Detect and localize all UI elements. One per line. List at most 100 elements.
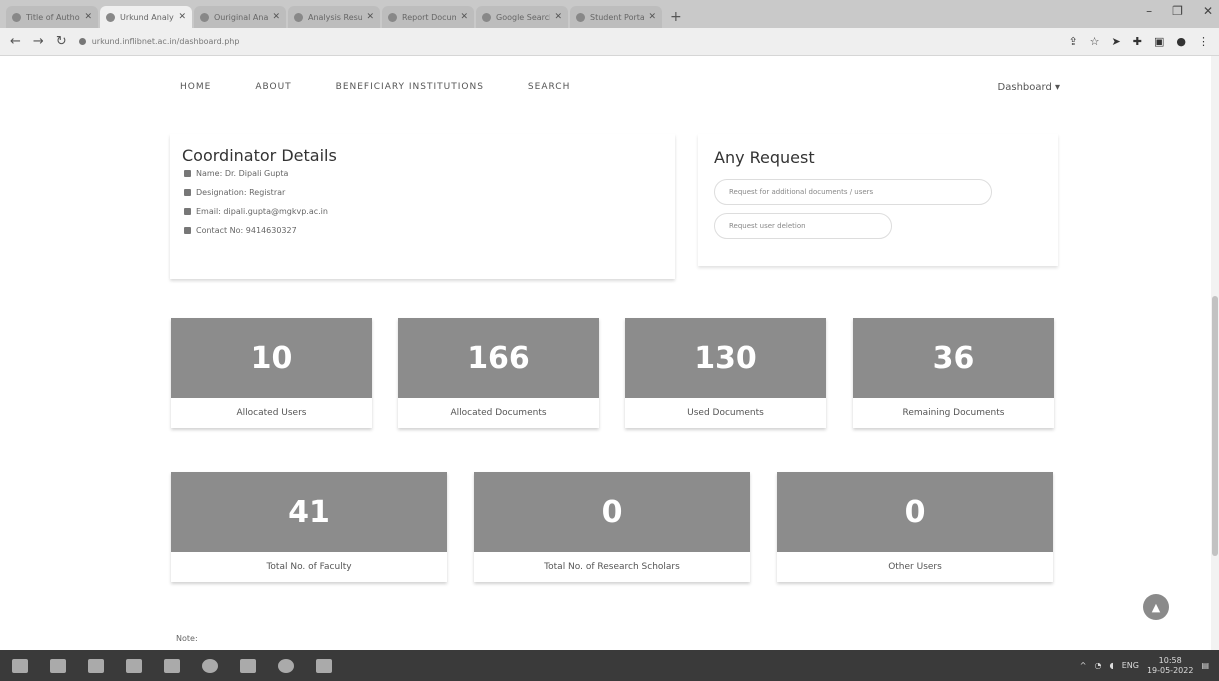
- briefcase-icon: [184, 189, 191, 196]
- stat-value: 41: [171, 472, 447, 552]
- start-icon[interactable]: [12, 658, 28, 673]
- search-icon[interactable]: [50, 658, 66, 673]
- extensions-icon[interactable]: ✚: [1133, 35, 1142, 48]
- page-content: HOME ABOUT BENEFICIARY INSTITUTIONS SEAR…: [0, 56, 1219, 650]
- stat-card-total-research-scholars: 0 Total No. of Research Scholars: [474, 472, 750, 582]
- browser-tab-active[interactable]: Urkund Analysis✕: [100, 6, 192, 28]
- tab-favicon-icon: [294, 12, 303, 22]
- language-indicator[interactable]: ENG: [1122, 661, 1139, 670]
- scroll-to-top-button[interactable]: ▲: [1143, 594, 1169, 620]
- stat-card-total-faculty: 41 Total No. of Faculty: [171, 472, 447, 582]
- stat-value: 36: [853, 318, 1054, 398]
- chevron-up-icon[interactable]: ^: [1080, 661, 1087, 670]
- close-window-button[interactable]: ✕: [1203, 4, 1213, 18]
- tab-favicon-icon: [482, 12, 491, 22]
- browser-tab-bar: Title of Authors✕ Urkund Analysis✕ Ourig…: [0, 0, 1219, 28]
- extension-icons: ⇪ ☆ ➤ ✚ ▣ ● ⋮: [1068, 35, 1209, 48]
- nav-search[interactable]: SEARCH: [528, 82, 570, 93]
- close-tab-icon[interactable]: ✕: [84, 12, 92, 22]
- page-scrollbar[interactable]: [1211, 56, 1219, 650]
- window-controls: – ❐ ✕: [1146, 4, 1213, 18]
- note-label: Note:: [176, 634, 198, 643]
- stat-card-allocated-users: 10 Allocated Users: [171, 318, 372, 428]
- browser-tab[interactable]: Title of Authors✕: [6, 6, 98, 28]
- stat-label: Other Users: [888, 562, 942, 572]
- stat-value: 0: [777, 472, 1053, 552]
- close-tab-icon[interactable]: ✕: [272, 12, 280, 22]
- clock[interactable]: 10:58 19-05-2022: [1147, 656, 1194, 676]
- request-additional-button[interactable]: Request for additional documents / users: [714, 179, 992, 205]
- tab-favicon-icon: [388, 12, 397, 22]
- forward-icon[interactable]: →: [33, 34, 44, 49]
- request-deletion-button[interactable]: Request user deletion: [714, 213, 892, 239]
- maximize-button[interactable]: ❐: [1172, 4, 1183, 18]
- request-title: Any Request: [714, 148, 815, 167]
- coordinator-title: Coordinator Details: [182, 146, 337, 165]
- close-tab-icon[interactable]: ✕: [178, 12, 186, 22]
- tab-favicon-icon: [106, 12, 115, 22]
- stat-value: 10: [171, 318, 372, 398]
- cursor-icon[interactable]: ➤: [1112, 35, 1121, 48]
- browser-tab[interactable]: Student Portal ✕: [570, 6, 662, 28]
- app-icon[interactable]: [316, 658, 332, 673]
- coordinator-name: Name: Dr. Dipali Gupta: [184, 169, 663, 178]
- chrome-icon[interactable]: [202, 658, 218, 673]
- file-explorer-icon[interactable]: [126, 658, 142, 673]
- nav-home[interactable]: HOME: [180, 82, 211, 93]
- browser-tab[interactable]: Report Document✕: [382, 6, 474, 28]
- envelope-icon: [184, 208, 191, 215]
- stat-value: 166: [398, 318, 599, 398]
- coordinator-email: Email: dipali.gupta@mgkvp.ac.in: [184, 207, 663, 216]
- scrollbar-thumb[interactable]: [1212, 296, 1218, 556]
- phone-icon: [184, 227, 191, 234]
- stat-label: Total No. of Research Scholars: [544, 562, 680, 572]
- back-icon[interactable]: ←: [10, 34, 21, 49]
- system-tray: ^ ◔ ◖ ENG 10:58 19-05-2022 ▤: [1080, 656, 1219, 676]
- top-navigation: HOME ABOUT BENEFICIARY INSTITUTIONS SEAR…: [180, 82, 1060, 93]
- dashboard-dropdown[interactable]: Dashboard ▾: [998, 82, 1060, 93]
- stat-label: Used Documents: [687, 408, 764, 418]
- menu-icon[interactable]: ⋮: [1198, 35, 1209, 48]
- minimize-button[interactable]: –: [1146, 4, 1152, 18]
- share-icon[interactable]: ⇪: [1068, 35, 1077, 48]
- window-icon[interactable]: ▣: [1154, 35, 1164, 48]
- browser-tab[interactable]: Analysis Result ✕: [288, 6, 380, 28]
- store-icon[interactable]: [164, 658, 180, 673]
- reload-icon[interactable]: ↻: [56, 34, 67, 49]
- close-tab-icon[interactable]: ✕: [366, 12, 374, 22]
- tab-favicon-icon: [200, 12, 209, 22]
- browser-icon[interactable]: [278, 658, 294, 673]
- browser-tab[interactable]: Google Search ✕: [476, 6, 568, 28]
- stat-card-other-users: 0 Other Users: [777, 472, 1053, 582]
- coordinator-details-card: Coordinator Details Name: Dr. Dipali Gup…: [170, 134, 675, 279]
- folder-icon[interactable]: [240, 658, 256, 673]
- new-tab-button[interactable]: +: [670, 9, 682, 25]
- chevron-up-icon: ▲: [1151, 600, 1161, 614]
- coordinator-contact: Contact No: 9414630327: [184, 226, 663, 235]
- stat-card-allocated-documents: 166 Allocated Documents: [398, 318, 599, 428]
- close-tab-icon[interactable]: ✕: [554, 12, 562, 22]
- stat-card-remaining-documents: 36 Remaining Documents: [853, 318, 1054, 428]
- close-tab-icon[interactable]: ✕: [648, 12, 656, 22]
- taskbar: ^ ◔ ◖ ENG 10:58 19-05-2022 ▤: [0, 650, 1219, 681]
- stat-value: 0: [474, 472, 750, 552]
- tab-favicon-icon: [12, 12, 21, 22]
- browser-tab[interactable]: Ouriginal Analysis✕: [194, 6, 286, 28]
- task-view-icon[interactable]: [88, 658, 104, 673]
- nav-about[interactable]: ABOUT: [255, 82, 291, 93]
- stat-label: Total No. of Faculty: [266, 562, 352, 572]
- coordinator-designation: Designation: Registrar: [184, 188, 663, 197]
- close-tab-icon[interactable]: ✕: [460, 12, 468, 22]
- stat-label: Remaining Documents: [902, 408, 1005, 418]
- network-icon[interactable]: ◔: [1094, 661, 1101, 670]
- address-bar: ← → ↻ urkund.inflibnet.ac.in/dashboard.p…: [0, 28, 1219, 56]
- any-request-card: Any Request Request for additional docum…: [698, 134, 1058, 266]
- nav-beneficiary-institutions[interactable]: BENEFICIARY INSTITUTIONS: [336, 82, 484, 93]
- volume-icon[interactable]: ◖: [1109, 661, 1113, 670]
- star-icon[interactable]: ☆: [1090, 35, 1100, 48]
- stat-label: Allocated Documents: [450, 408, 547, 418]
- stat-label: Allocated Users: [236, 408, 307, 418]
- notification-icon[interactable]: ▤: [1201, 661, 1209, 670]
- url-field[interactable]: urkund.inflibnet.ac.in/dashboard.php: [78, 32, 1069, 52]
- profile-icon[interactable]: ●: [1176, 35, 1186, 48]
